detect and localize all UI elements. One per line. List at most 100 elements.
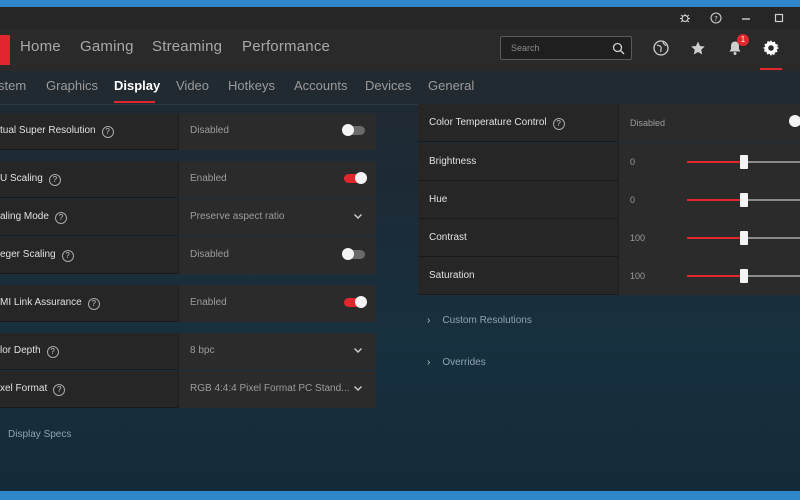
setting-label: MI Link Assurance	[0, 297, 82, 308]
setting-label: Brightness	[429, 156, 477, 167]
setting-value-cell[interactable]: Enabled	[178, 285, 376, 322]
tab-system[interactable]: stem	[0, 78, 26, 93]
setting-row-gpu-scaling: U Scaling? Enabled	[0, 161, 376, 198]
svg-text:?: ?	[714, 15, 718, 23]
chevron-down-icon	[354, 348, 362, 353]
toggle-switch[interactable]	[342, 248, 365, 260]
chevron-down-icon	[354, 214, 362, 219]
tab-general[interactable]: General	[428, 78, 474, 93]
tab-devices[interactable]: Devices	[365, 78, 411, 93]
setting-value: 100	[630, 271, 646, 281]
settings-gear-icon[interactable]	[760, 37, 782, 59]
help-icon[interactable]: ?	[53, 384, 66, 396]
setting-value: Enabled	[190, 297, 227, 308]
setting-value-cell[interactable]: Disabled	[178, 113, 376, 150]
active-tab-indicator	[114, 101, 155, 103]
expander-label: Custom Resolutions	[442, 315, 532, 326]
nav-streaming[interactable]: Streaming	[152, 38, 222, 55]
amd-logo	[0, 35, 10, 65]
toggle-switch[interactable]	[344, 172, 367, 184]
setting-label: tual Super Resolution	[0, 125, 96, 136]
setting-value-cell: 0	[618, 181, 800, 219]
slider-thumb[interactable]	[740, 193, 748, 207]
settings-active-indicator	[760, 68, 782, 70]
hue-slider[interactable]	[687, 193, 800, 207]
chevron-right-icon: ›	[427, 357, 431, 368]
search-icon	[612, 42, 625, 55]
slider-thumb[interactable]	[740, 155, 748, 169]
tab-display[interactable]: Display	[114, 78, 160, 93]
star-icon[interactable]	[687, 37, 709, 59]
setting-value-cell[interactable]: Disabled	[178, 237, 376, 274]
setting-label: xel Format	[0, 383, 48, 394]
help-icon[interactable]: ?	[87, 298, 100, 310]
setting-value: 0	[630, 195, 636, 205]
dropdown-select[interactable]: Preserve aspect ratio	[178, 199, 376, 236]
setting-value-cell: 0	[618, 143, 800, 181]
setting-value: 8 bpc	[190, 345, 215, 356]
app-window: ? Home Gaming Streaming Performance Sear…	[0, 7, 800, 491]
setting-value: Preserve aspect ratio	[190, 211, 285, 222]
maximize-icon[interactable]	[770, 9, 788, 27]
bug-report-icon[interactable]	[676, 9, 694, 27]
dropdown-select[interactable]: RGB 4:4:4 Pixel Format PC Stand...	[178, 371, 376, 408]
search-placeholder: Search	[511, 43, 540, 53]
setting-row-color-depth: lor Depth? 8 bpc	[0, 333, 376, 370]
help-icon[interactable]: ?	[552, 118, 565, 130]
setting-row-color-temperature: Color Temperature Control? Disabled	[418, 104, 800, 142]
toggle-switch[interactable]	[789, 115, 800, 127]
help-icon[interactable]: ?	[46, 346, 59, 358]
setting-value: RGB 4:4:4 Pixel Format PC Stand...	[190, 383, 350, 394]
setting-value: 100	[630, 233, 646, 243]
tab-accounts[interactable]: Accounts	[294, 78, 347, 93]
setting-label: Color Temperature Control	[429, 117, 547, 128]
main-nav: Home Gaming Streaming Performance Search…	[0, 29, 800, 71]
help-icon[interactable]: ?	[54, 212, 67, 224]
setting-value-cell[interactable]: Enabled	[178, 161, 376, 198]
display-specs-link[interactable]: Display Specs	[8, 429, 71, 440]
saturation-slider[interactable]	[687, 269, 800, 283]
setting-row-scaling-mode: aling Mode? Preserve aspect ratio	[0, 199, 376, 236]
setting-row-integer-scaling: eger Scaling? Disabled	[0, 237, 376, 274]
help-icon[interactable]: ?	[101, 126, 114, 138]
toggle-switch[interactable]	[344, 296, 367, 308]
tab-video[interactable]: Video	[176, 78, 209, 93]
setting-value: Enabled	[190, 173, 227, 184]
custom-resolutions-expander[interactable]: › Custom Resolutions	[427, 315, 532, 326]
setting-row-saturation: Saturation 100	[418, 257, 800, 295]
contrast-slider[interactable]	[687, 231, 800, 245]
setting-value-cell[interactable]: Disabled	[618, 104, 800, 142]
nav-gaming[interactable]: Gaming	[80, 38, 134, 55]
slider-thumb[interactable]	[740, 231, 748, 245]
help-icon[interactable]: ?	[61, 250, 74, 262]
help-icon[interactable]: ?	[707, 9, 725, 27]
title-bar: ?	[0, 7, 800, 29]
notification-badge: 1	[737, 34, 749, 46]
setting-value: Disabled	[630, 118, 666, 128]
setting-value: Disabled	[190, 125, 229, 136]
setting-row-hue: Hue 0	[418, 181, 800, 219]
globe-icon[interactable]	[650, 37, 672, 59]
setting-value-cell: 100	[618, 219, 800, 257]
toggle-switch[interactable]	[342, 124, 365, 136]
slider-thumb[interactable]	[740, 269, 748, 283]
setting-label: Hue	[429, 194, 448, 205]
overrides-expander[interactable]: › Overrides	[427, 357, 486, 368]
dropdown-select[interactable]: 8 bpc	[178, 333, 376, 370]
chevron-right-icon: ›	[427, 315, 431, 326]
chevron-down-icon	[354, 386, 362, 391]
setting-row-hdmi-link-assurance: MI Link Assurance? Enabled	[0, 285, 376, 322]
help-icon[interactable]: ?	[48, 174, 61, 186]
tab-graphics[interactable]: Graphics	[46, 78, 98, 93]
setting-label: lor Depth	[0, 345, 41, 356]
nav-home[interactable]: Home	[20, 38, 61, 55]
tab-hotkeys[interactable]: Hotkeys	[228, 78, 275, 93]
setting-row-brightness: Brightness 0	[418, 143, 800, 181]
taskbar-top-stripe	[0, 0, 800, 7]
brightness-slider[interactable]	[687, 155, 800, 169]
nav-performance[interactable]: Performance	[242, 38, 330, 55]
minimize-icon[interactable]	[737, 9, 755, 27]
search-input[interactable]: Search	[500, 36, 632, 60]
setting-label: U Scaling	[0, 173, 43, 184]
setting-label: eger Scaling	[0, 249, 56, 260]
